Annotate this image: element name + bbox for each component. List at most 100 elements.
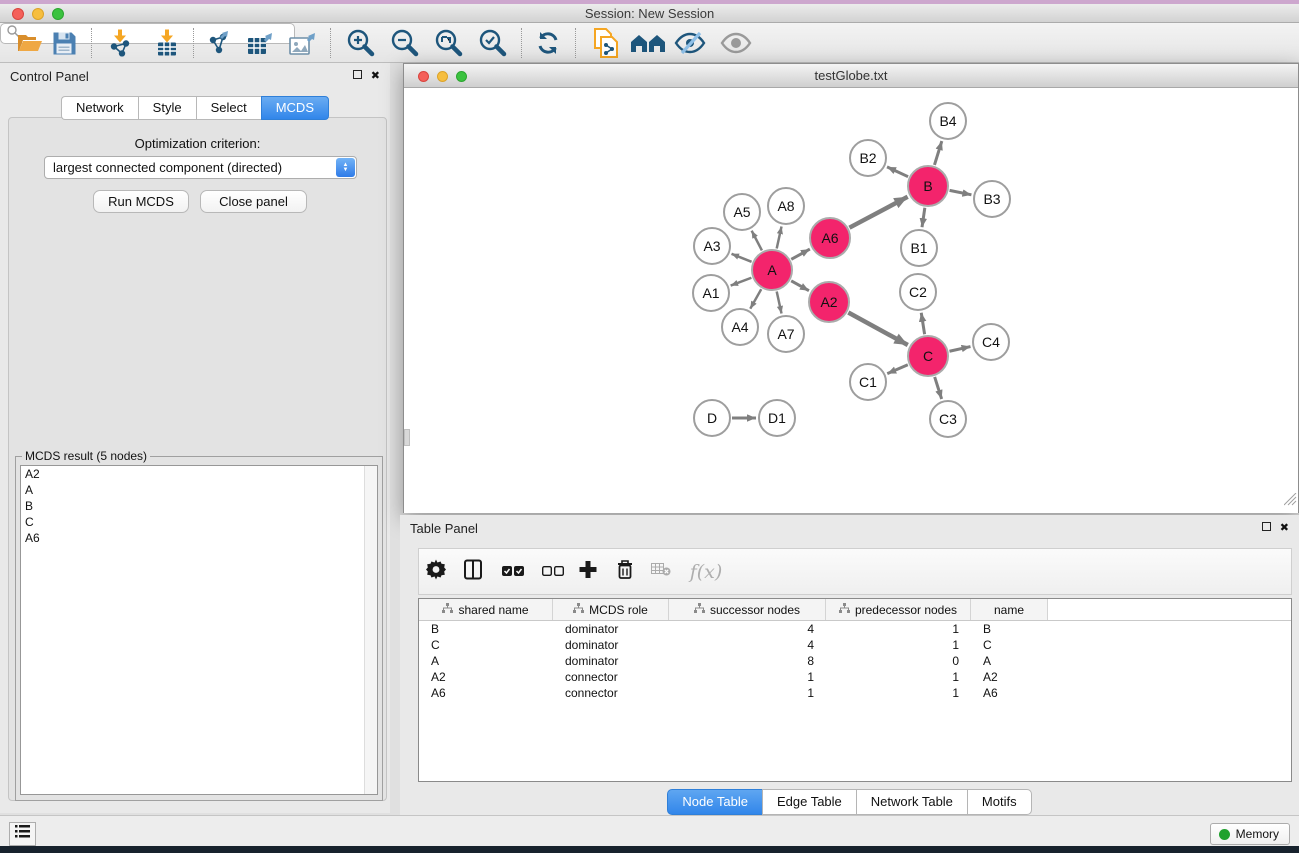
minimize-network-button[interactable] <box>437 71 448 82</box>
table-row[interactable]: A2connector11A2 <box>419 669 1291 685</box>
tab-mcds[interactable]: MCDS <box>261 96 329 120</box>
duplicate-network-icon[interactable] <box>593 28 619 58</box>
graph-node-B3[interactable]: B3 <box>973 180 1011 218</box>
zoom-fit-icon[interactable] <box>433 28 463 58</box>
list-scrollbar[interactable] <box>364 466 377 794</box>
edge-A-A7[interactable] <box>777 291 782 313</box>
column-header-name[interactable]: name <box>971 599 1048 620</box>
graph-node-C1[interactable]: C1 <box>849 363 887 401</box>
cell-MCDS-role[interactable]: connector <box>553 686 669 700</box>
cell-shared-name[interactable]: A6 <box>419 686 553 700</box>
tab-motifs[interactable]: Motifs <box>967 789 1032 815</box>
column-header-predecessor-nodes[interactable]: predecessor nodes <box>826 599 971 620</box>
edge-A-A1[interactable] <box>731 278 752 286</box>
maximize-window-button[interactable] <box>52 8 64 20</box>
table-row[interactable]: Cdominator41C <box>419 637 1291 653</box>
table-row[interactable]: A6connector11A6 <box>419 685 1291 701</box>
tab-style[interactable]: Style <box>138 96 196 120</box>
float-table-panel-icon[interactable] <box>1262 522 1271 534</box>
cell-name[interactable]: B <box>971 622 1048 636</box>
network-canvas[interactable]: B4B2BB3A5A8A6B1A3AA1C2A4A7A2CC4C1C3DD1 <box>404 89 1298 513</box>
minimize-window-button[interactable] <box>32 8 44 20</box>
tab-select[interactable]: Select <box>196 96 261 120</box>
zoom-in-icon[interactable] <box>345 28 375 58</box>
zoom-selected-icon[interactable] <box>477 28 507 58</box>
mcds-result-item[interactable]: C <box>21 514 377 530</box>
graph-node-A6[interactable]: A6 <box>809 217 851 259</box>
column-layout-icon[interactable] <box>464 559 482 584</box>
close-window-button[interactable] <box>12 8 24 20</box>
cell-MCDS-role[interactable]: dominator <box>553 622 669 636</box>
edge-A2-C[interactable] <box>848 313 907 345</box>
add-column-icon[interactable] <box>580 561 597 583</box>
refresh-icon[interactable] <box>535 30 561 56</box>
edge-B-B4[interactable] <box>934 141 941 165</box>
close-network-button[interactable] <box>418 71 429 82</box>
edge-A-A3[interactable] <box>731 254 751 262</box>
graph-node-C4[interactable]: C4 <box>972 323 1010 361</box>
tab-node-table[interactable]: Node Table <box>667 789 762 815</box>
edge-A-A4[interactable] <box>750 289 761 309</box>
import-table-icon[interactable] <box>155 29 179 56</box>
graph-node-A4[interactable]: A4 <box>721 308 759 346</box>
show-all-icon[interactable] <box>720 32 752 54</box>
node-table[interactable]: shared nameMCDS rolesuccessor nodesprede… <box>418 598 1292 782</box>
canvas-edge-grip[interactable] <box>404 429 410 446</box>
cell-successor-nodes[interactable]: 4 <box>669 638 826 652</box>
graph-node-C2[interactable]: C2 <box>899 273 937 311</box>
edge-A-A2[interactable] <box>791 281 809 291</box>
function-builder-icon[interactable]: f(x) <box>690 561 723 583</box>
task-history-button[interactable] <box>9 822 36 846</box>
import-network-icon[interactable] <box>108 29 132 56</box>
mcds-result-item[interactable]: A2 <box>21 466 377 482</box>
maximize-network-button[interactable] <box>456 71 467 82</box>
export-table-icon[interactable] <box>247 30 275 56</box>
graph-node-A[interactable]: A <box>751 249 793 291</box>
cell-predecessor-nodes[interactable]: 1 <box>826 638 971 652</box>
first-neighbors-icon[interactable] <box>630 32 666 54</box>
cell-shared-name[interactable]: A <box>419 654 553 668</box>
table-row[interactable]: Bdominator41B <box>419 621 1291 637</box>
delete-table-icon[interactable] <box>651 563 671 581</box>
window-resize-grip[interactable] <box>1284 493 1297 511</box>
column-header-successor-nodes[interactable]: successor nodes <box>669 599 826 620</box>
select-all-icon[interactable] <box>502 563 524 581</box>
mcds-result-list[interactable]: A2ABCA6 <box>20 465 378 795</box>
export-image-icon[interactable] <box>289 30 317 56</box>
column-header-shared-name[interactable]: shared name <box>419 599 553 620</box>
cell-predecessor-nodes[interactable]: 1 <box>826 622 971 636</box>
cell-shared-name[interactable]: A2 <box>419 670 553 684</box>
mcds-result-item[interactable]: A <box>21 482 377 498</box>
table-row[interactable]: Adominator80A <box>419 653 1291 669</box>
close-panel-button[interactable]: Close panel <box>200 190 307 213</box>
cell-successor-nodes[interactable]: 8 <box>669 654 826 668</box>
cell-MCDS-role[interactable]: connector <box>553 670 669 684</box>
cell-shared-name[interactable]: C <box>419 638 553 652</box>
settings-gear-icon[interactable] <box>426 559 446 584</box>
graph-node-D[interactable]: D <box>693 399 731 437</box>
edge-C-C4[interactable] <box>949 347 970 352</box>
tab-edge-table[interactable]: Edge Table <box>762 789 856 815</box>
deselect-all-icon[interactable] <box>542 563 564 581</box>
cell-name[interactable]: A <box>971 654 1048 668</box>
cell-successor-nodes[interactable]: 4 <box>669 622 826 636</box>
edge-C-C2[interactable] <box>921 313 924 335</box>
edge-A-A8[interactable] <box>777 227 782 249</box>
cell-name[interactable]: A2 <box>971 670 1048 684</box>
mcds-result-item[interactable]: B <box>21 498 377 514</box>
edge-C-C1[interactable] <box>887 365 908 374</box>
cell-successor-nodes[interactable]: 1 <box>669 670 826 684</box>
edge-A-A6[interactable] <box>791 249 810 259</box>
criterion-dropdown[interactable]: largest connected component (directed) ▲… <box>44 156 357 179</box>
edge-A6-B[interactable] <box>849 197 907 228</box>
edge-B-B3[interactable] <box>950 190 972 194</box>
graph-node-A3[interactable]: A3 <box>693 227 731 265</box>
open-file-icon[interactable] <box>17 32 43 54</box>
cell-name[interactable]: A6 <box>971 686 1048 700</box>
cell-name[interactable]: C <box>971 638 1048 652</box>
graph-node-A2[interactable]: A2 <box>808 281 850 323</box>
hide-selected-icon[interactable] <box>674 31 706 55</box>
graph-node-C3[interactable]: C3 <box>929 400 967 438</box>
save-session-icon[interactable] <box>53 31 76 54</box>
graph-node-A7[interactable]: A7 <box>767 315 805 353</box>
